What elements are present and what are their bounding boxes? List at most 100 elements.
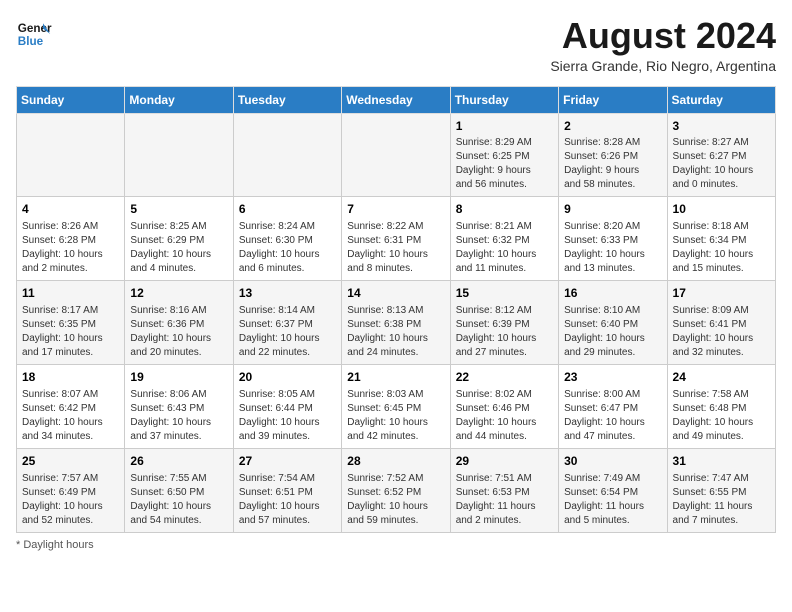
day-info: Sunrise: 8:16 AM Sunset: 6:36 PM Dayligh…	[130, 304, 227, 360]
day-number: 16	[564, 285, 661, 302]
day-number: 21	[347, 369, 444, 386]
day-info: Sunrise: 8:12 AM Sunset: 6:39 PM Dayligh…	[456, 304, 553, 360]
day-info: Sunrise: 8:25 AM Sunset: 6:29 PM Dayligh…	[130, 220, 227, 276]
calendar-cell: 25Sunrise: 7:57 AM Sunset: 6:49 PM Dayli…	[17, 448, 125, 532]
day-info: Sunrise: 8:18 AM Sunset: 6:34 PM Dayligh…	[673, 220, 770, 276]
day-info: Sunrise: 8:07 AM Sunset: 6:42 PM Dayligh…	[22, 388, 119, 444]
day-info: Sunrise: 7:51 AM Sunset: 6:53 PM Dayligh…	[456, 472, 553, 528]
day-info: Sunrise: 8:26 AM Sunset: 6:28 PM Dayligh…	[22, 220, 119, 276]
calendar-cell: 9 Sunrise: 8:20 AM Sunset: 6:33 PM Daylig…	[559, 197, 667, 281]
calendar-cell: 7Sunrise: 8:22 AM Sunset: 6:31 PM Daylig…	[342, 197, 450, 281]
calendar-cell: 12 Sunrise: 8:16 AM Sunset: 6:36 PM Dayli…	[125, 281, 233, 365]
calendar-cell	[342, 113, 450, 197]
day-info: Sunrise: 8:27 AM Sunset: 6:27 PM Dayligh…	[673, 136, 770, 192]
day-info: Sunrise: 8:24 AM Sunset: 6:30 PM Dayligh…	[239, 220, 336, 276]
logo: General Blue	[16, 16, 52, 52]
calendar-cell: 16Sunrise: 8:10 AM Sunset: 6:40 PM Dayli…	[559, 281, 667, 365]
day-info: Sunrise: 7:49 AM Sunset: 6:54 PM Dayligh…	[564, 472, 661, 528]
day-info: Sunrise: 7:55 AM Sunset: 6:50 PM Dayligh…	[130, 472, 227, 528]
day-number: 14	[347, 285, 444, 302]
calendar-cell	[125, 113, 233, 197]
calendar-cell: 22 Sunrise: 8:02 AM Sunset: 6:46 PM Dayli…	[450, 364, 558, 448]
day-number: 19	[130, 369, 227, 386]
main-title: August 2024	[550, 16, 776, 56]
day-info: Sunrise: 7:57 AM Sunset: 6:49 PM Dayligh…	[22, 472, 119, 528]
calendar-cell: 5 Sunrise: 8:25 AM Sunset: 6:29 PM Daylig…	[125, 197, 233, 281]
day-number: 27	[239, 453, 336, 470]
calendar-cell: 10 Sunrise: 8:18 AM Sunset: 6:34 PM Dayli…	[667, 197, 775, 281]
calendar-cell: 26 Sunrise: 7:55 AM Sunset: 6:50 PM Dayli…	[125, 448, 233, 532]
day-number: 22	[456, 369, 553, 386]
day-number: 30	[564, 453, 661, 470]
calendar-cell: 3Sunrise: 8:27 AM Sunset: 6:27 PM Daylig…	[667, 113, 775, 197]
calendar-cell: 8Sunrise: 8:21 AM Sunset: 6:32 PM Daylig…	[450, 197, 558, 281]
calendar-week-1: 1Sunrise: 8:29 AM Sunset: 6:25 PM Daylig…	[17, 113, 776, 197]
day-info: Sunrise: 8:09 AM Sunset: 6:41 PM Dayligh…	[673, 304, 770, 360]
calendar-cell: 19Sunrise: 8:06 AM Sunset: 6:43 PM Dayli…	[125, 364, 233, 448]
day-info: Sunrise: 8:17 AM Sunset: 6:35 PM Dayligh…	[22, 304, 119, 360]
subtitle: Sierra Grande, Rio Negro, Argentina	[550, 58, 776, 74]
day-info: Sunrise: 8:14 AM Sunset: 6:37 PM Dayligh…	[239, 304, 336, 360]
day-number: 28	[347, 453, 444, 470]
day-number: 9	[564, 201, 661, 218]
day-info: Sunrise: 8:13 AM Sunset: 6:38 PM Dayligh…	[347, 304, 444, 360]
day-number: 29	[456, 453, 553, 470]
svg-text:General: General	[18, 22, 52, 35]
logo-icon: General Blue	[16, 16, 52, 52]
calendar-cell: 15 Sunrise: 8:12 AM Sunset: 6:39 PM Dayli…	[450, 281, 558, 365]
day-number: 13	[239, 285, 336, 302]
header: General Blue August 2024 Sierra Grande, …	[16, 16, 776, 74]
calendar-cell: 1Sunrise: 8:29 AM Sunset: 6:25 PM Daylig…	[450, 113, 558, 197]
day-number: 2	[564, 118, 661, 135]
day-number: 23	[564, 369, 661, 386]
calendar-body: 1Sunrise: 8:29 AM Sunset: 6:25 PM Daylig…	[17, 113, 776, 532]
day-number: 7	[347, 201, 444, 218]
day-info: Sunrise: 8:05 AM Sunset: 6:44 PM Dayligh…	[239, 388, 336, 444]
calendar-cell: 18 Sunrise: 8:07 AM Sunset: 6:42 PM Dayli…	[17, 364, 125, 448]
calendar-week-3: 11 Sunrise: 8:17 AM Sunset: 6:35 PM Dayli…	[17, 281, 776, 365]
day-info: Sunrise: 7:47 AM Sunset: 6:55 PM Dayligh…	[673, 472, 770, 528]
day-header-tuesday: Tuesday	[233, 86, 341, 113]
calendar-cell: 6Sunrise: 8:24 AM Sunset: 6:30 PM Daylig…	[233, 197, 341, 281]
title-area: August 2024 Sierra Grande, Rio Negro, Ar…	[550, 16, 776, 74]
day-info: Sunrise: 8:20 AM Sunset: 6:33 PM Dayligh…	[564, 220, 661, 276]
day-header-monday: Monday	[125, 86, 233, 113]
calendar-cell: 31 Sunrise: 7:47 AM Sunset: 6:55 PM Dayli…	[667, 448, 775, 532]
day-number: 10	[673, 201, 770, 218]
calendar-header-row: SundayMondayTuesdayWednesdayThursdayFrid…	[17, 86, 776, 113]
calendar-table: SundayMondayTuesdayWednesdayThursdayFrid…	[16, 86, 776, 533]
calendar-cell: 20 Sunrise: 8:05 AM Sunset: 6:44 PM Dayli…	[233, 364, 341, 448]
day-number: 11	[22, 285, 119, 302]
day-header-thursday: Thursday	[450, 86, 558, 113]
calendar-cell: 17 Sunrise: 8:09 AM Sunset: 6:41 PM Dayli…	[667, 281, 775, 365]
day-number: 18	[22, 369, 119, 386]
day-info: Sunrise: 8:28 AM Sunset: 6:26 PM Dayligh…	[564, 136, 661, 192]
day-info: Sunrise: 7:58 AM Sunset: 6:48 PM Dayligh…	[673, 388, 770, 444]
day-info: Sunrise: 8:03 AM Sunset: 6:45 PM Dayligh…	[347, 388, 444, 444]
calendar-cell	[17, 113, 125, 197]
calendar-cell: 21 Sunrise: 8:03 AM Sunset: 6:45 PM Dayli…	[342, 364, 450, 448]
day-info: Sunrise: 8:02 AM Sunset: 6:46 PM Dayligh…	[456, 388, 553, 444]
day-info: Sunrise: 7:52 AM Sunset: 6:52 PM Dayligh…	[347, 472, 444, 528]
day-number: 5	[130, 201, 227, 218]
day-number: 15	[456, 285, 553, 302]
day-number: 17	[673, 285, 770, 302]
calendar-week-5: 25Sunrise: 7:57 AM Sunset: 6:49 PM Dayli…	[17, 448, 776, 532]
calendar-cell: 30 Sunrise: 7:49 AM Sunset: 6:54 PM Dayli…	[559, 448, 667, 532]
day-number: 4	[22, 201, 119, 218]
calendar-cell: 13 Sunrise: 8:14 AM Sunset: 6:37 PM Dayli…	[233, 281, 341, 365]
calendar-cell: 14 Sunrise: 8:13 AM Sunset: 6:38 PM Dayli…	[342, 281, 450, 365]
day-number: 31	[673, 453, 770, 470]
day-header-saturday: Saturday	[667, 86, 775, 113]
day-header-wednesday: Wednesday	[342, 86, 450, 113]
svg-text:Blue: Blue	[18, 35, 44, 48]
day-number: 12	[130, 285, 227, 302]
day-number: 3	[673, 118, 770, 135]
day-header-friday: Friday	[559, 86, 667, 113]
calendar-cell: 28 Sunrise: 7:52 AM Sunset: 6:52 PM Dayli…	[342, 448, 450, 532]
footer-note-text: Daylight hours	[23, 539, 93, 551]
day-number: 26	[130, 453, 227, 470]
day-number: 8	[456, 201, 553, 218]
day-number: 20	[239, 369, 336, 386]
calendar-cell: 24Sunrise: 7:58 AM Sunset: 6:48 PM Dayli…	[667, 364, 775, 448]
